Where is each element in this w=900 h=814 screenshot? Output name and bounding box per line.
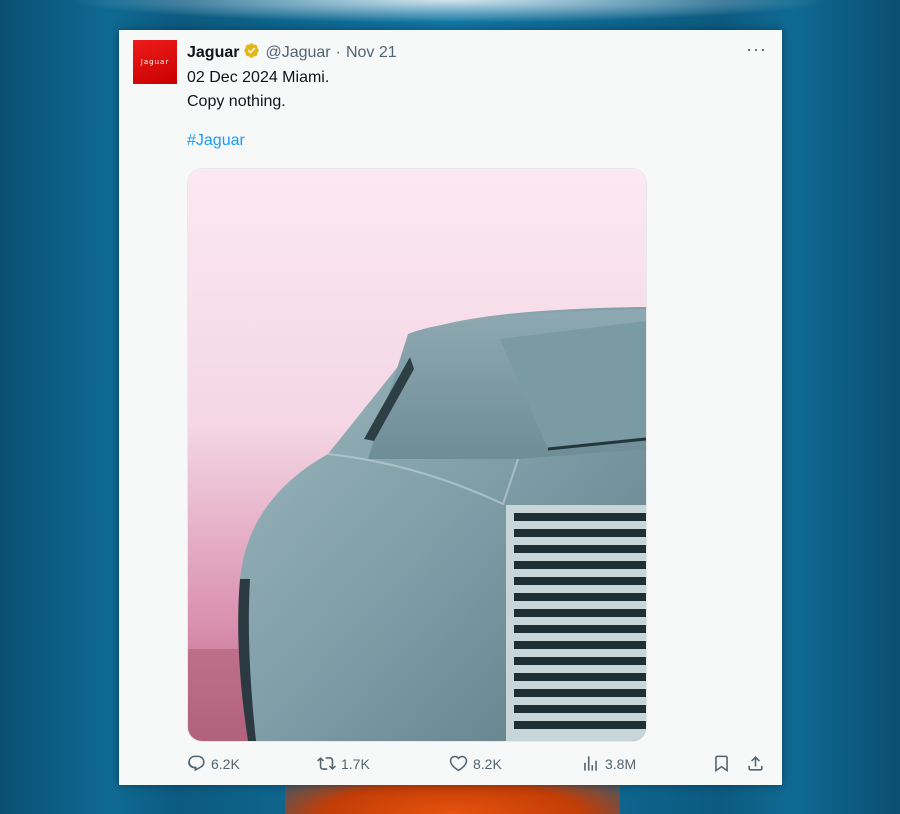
bookmark-button[interactable] xyxy=(712,754,731,773)
tweet-text-line-1: 02 Dec 2024 Miami. xyxy=(187,69,330,86)
tweet-date[interactable]: Nov 21 xyxy=(346,44,397,62)
tweet-header: Jaguar @Jaguar · Nov 21 xyxy=(187,42,397,64)
car-rear-photo xyxy=(188,169,646,741)
share-button[interactable] xyxy=(746,754,765,773)
like-button[interactable]: 8.2K xyxy=(449,754,502,773)
more-options-icon[interactable]: ··· xyxy=(746,40,767,58)
display-name[interactable]: Jaguar xyxy=(187,44,239,62)
repost-count: 1.7K xyxy=(341,755,370,772)
views-count: 3.8M xyxy=(605,755,637,772)
views-button[interactable]: 3.8M xyxy=(581,754,636,773)
verified-badge-icon xyxy=(243,42,260,64)
bookmark-icon xyxy=(715,755,728,773)
tweet-media-image[interactable] xyxy=(187,168,647,742)
views-bar-chart-icon xyxy=(584,756,597,771)
tweet-text: 02 Dec 2024 Miami. Copy nothing. xyxy=(187,66,329,114)
hashtag-link[interactable]: #Jaguar xyxy=(187,132,245,150)
header-separator: · xyxy=(335,44,341,61)
repost-button[interactable]: 1.7K xyxy=(317,754,370,773)
reply-button[interactable]: 6.2K xyxy=(187,754,240,773)
avatar-logo-text: Jaguar xyxy=(140,58,170,66)
reply-icon xyxy=(187,755,205,772)
handle[interactable]: @Jaguar xyxy=(265,44,330,62)
like-count: 8.2K xyxy=(473,755,502,772)
share-icon xyxy=(748,756,763,771)
reply-count: 6.2K xyxy=(211,755,240,772)
tweet-text-line-2: Copy nothing. xyxy=(187,93,286,110)
tweet-card[interactable]: Jaguar Jaguar @Jaguar · Nov 21 ··· 02 De… xyxy=(119,30,782,785)
tweet-actions-bar: 6.2K 1.7K 8.2K 3.8M xyxy=(187,754,767,778)
heart-icon xyxy=(449,755,468,772)
avatar[interactable]: Jaguar xyxy=(133,40,177,84)
repost-icon xyxy=(317,757,336,770)
